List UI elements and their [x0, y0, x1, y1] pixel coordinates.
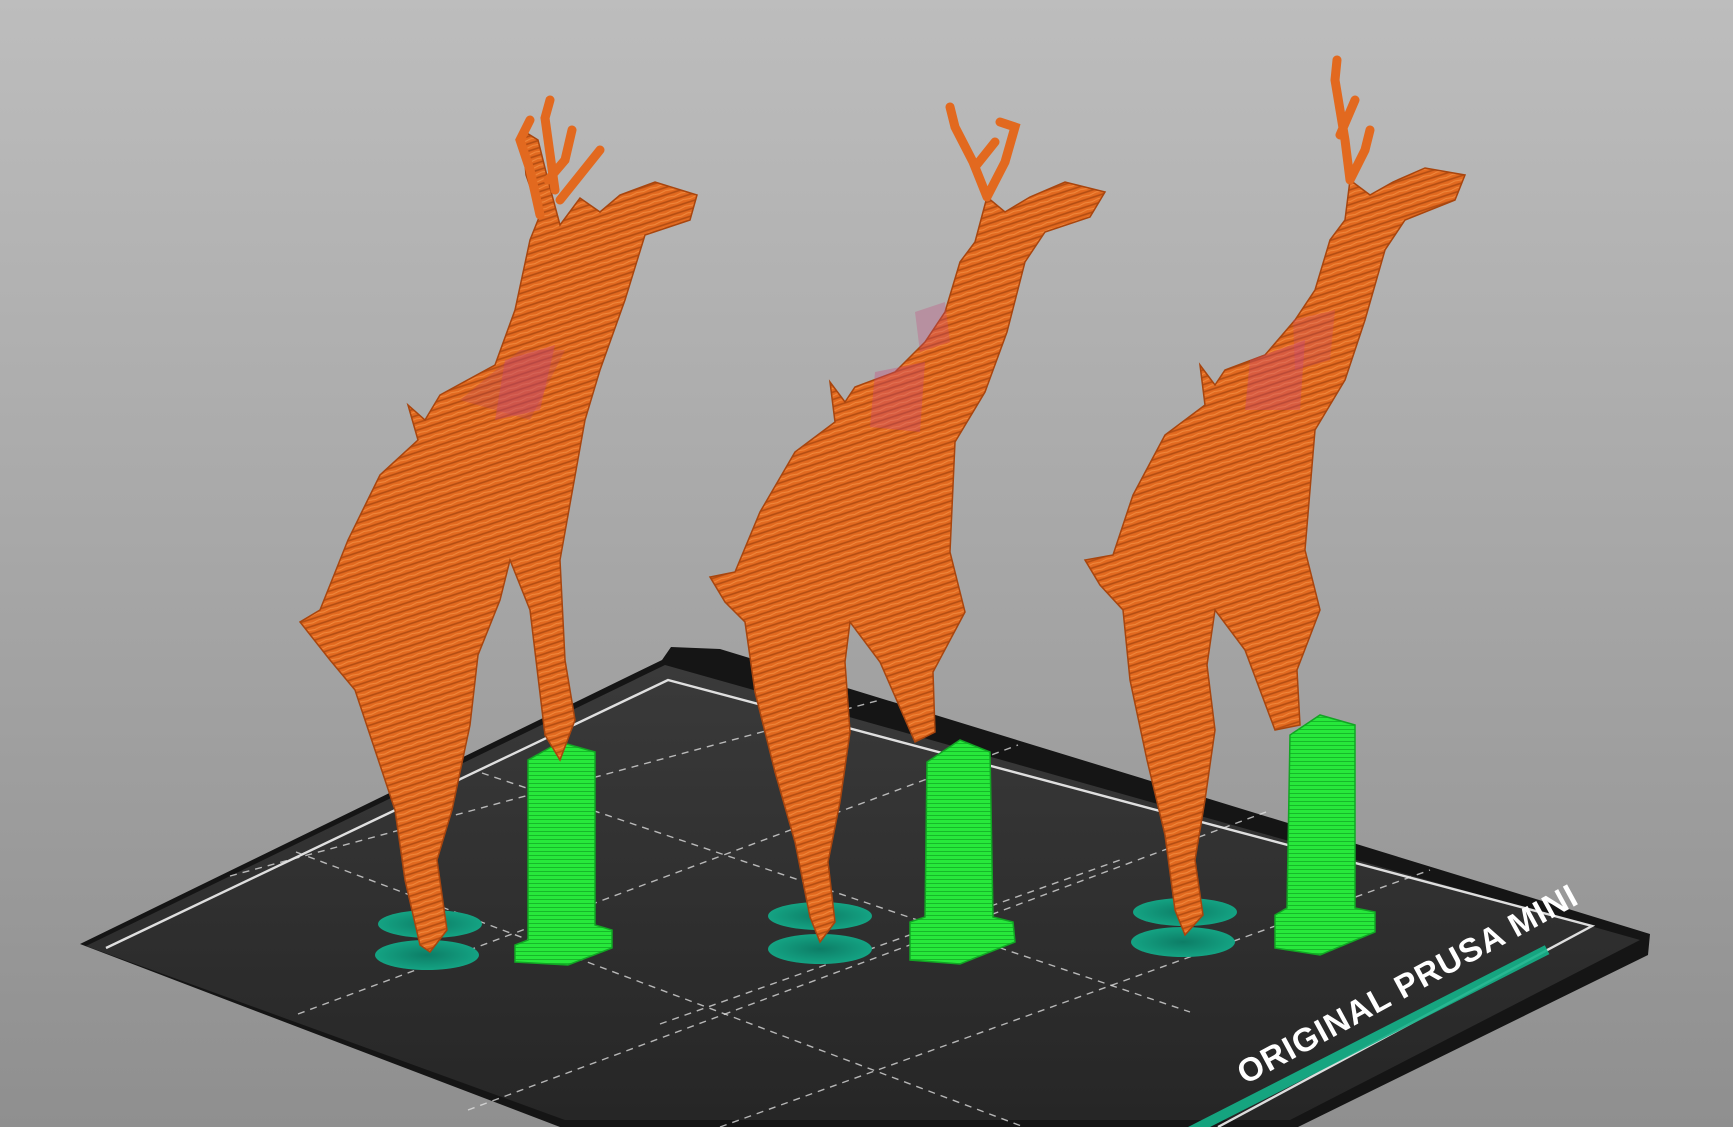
3d-viewport[interactable]: ORIGINAL PRUSA MINI — [0, 0, 1733, 1127]
support-tower-3 — [1274, 714, 1376, 956]
scene-canvas[interactable]: ORIGINAL PRUSA MINI — [0, 0, 1733, 1127]
print-bed: ORIGINAL PRUSA MINI — [80, 647, 1650, 1127]
